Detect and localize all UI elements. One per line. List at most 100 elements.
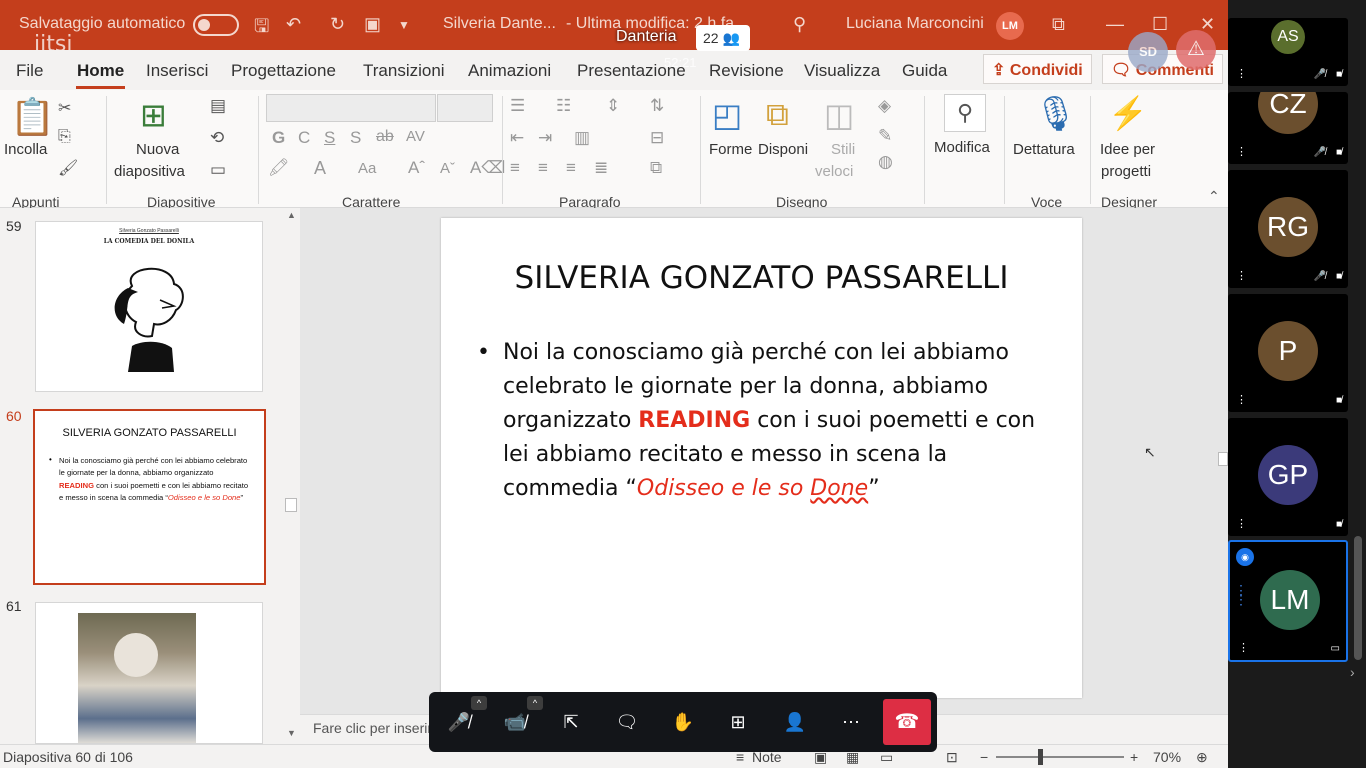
tab-help[interactable]: Guida: [902, 61, 947, 81]
raise-hand-icon[interactable]: ✋: [667, 706, 699, 738]
tile-menu-icon[interactable]: ⋮: [1236, 517, 1247, 530]
participant-count-badge[interactable]: 22 👥: [696, 25, 750, 51]
more-options-icon[interactable]: ⋯: [835, 706, 867, 738]
filmstrip-scrollbar[interactable]: [1354, 536, 1362, 660]
text-direction-icon[interactable]: ⇅: [650, 96, 664, 116]
tab-home[interactable]: Home: [77, 61, 124, 81]
decrease-indent-icon[interactable]: ⇤: [510, 128, 524, 148]
align-center-icon[interactable]: ≡: [538, 158, 548, 178]
slide-body[interactable]: • Noi la conosciamo già perché con lei a…: [477, 336, 1053, 506]
justify-icon[interactable]: ≣: [594, 158, 608, 178]
shrink-font-icon[interactable]: Aˇ: [440, 160, 455, 177]
design-ideas-label-2[interactable]: progetti: [1101, 162, 1151, 182]
editor-scrollbar-thumb[interactable]: [1218, 452, 1228, 466]
font-family-select[interactable]: [266, 94, 436, 122]
shape-effects-icon[interactable]: ◍: [878, 152, 893, 172]
tile-menu-icon[interactable]: ⋮: [1236, 269, 1247, 282]
new-slide-icon[interactable]: ⊞: [140, 96, 167, 134]
new-slide-label-1[interactable]: Nuova: [136, 140, 179, 160]
zoom-slider[interactable]: [996, 756, 1124, 758]
strikethrough-icon[interactable]: ab: [376, 128, 394, 146]
tab-file[interactable]: File: [16, 61, 43, 81]
fit-to-window-icon[interactable]: ⊕: [1196, 749, 1208, 766]
tile-menu-icon[interactable]: ⋮: [1236, 145, 1247, 158]
design-ideas-label-1[interactable]: Idee per: [1100, 140, 1155, 160]
change-case-icon[interactable]: Aa: [358, 160, 376, 177]
clear-format-icon[interactable]: A⌫: [470, 158, 505, 178]
tab-design[interactable]: Progettazione: [231, 61, 336, 81]
maximize-icon[interactable]: ☐: [1152, 14, 1168, 35]
line-spacing-icon[interactable]: ⇕: [606, 96, 620, 116]
video-settings-chevron[interactable]: ^: [527, 696, 543, 710]
search-icon[interactable]: ⚲: [793, 14, 806, 35]
arrange-icon[interactable]: ⧉: [766, 96, 789, 134]
minimize-icon[interactable]: —: [1106, 14, 1124, 35]
tile-menu-icon[interactable]: ⋮: [1236, 67, 1247, 80]
align-right-icon[interactable]: ≡: [566, 158, 576, 178]
audio-settings-chevron[interactable]: ^: [471, 696, 487, 710]
shape-outline-icon[interactable]: ✎: [878, 126, 892, 146]
save-icon[interactable]: 🖫: [254, 14, 269, 44]
quick-styles-label-2[interactable]: veloci: [815, 162, 853, 182]
participant-tile-rg[interactable]: RG ⋮ 🎤̸ ■̸: [1228, 170, 1348, 288]
screen-share-icon[interactable]: ⇱: [555, 706, 587, 738]
copy-icon[interactable]: ⎘: [58, 128, 71, 146]
thumbnail-slide-61[interactable]: [35, 602, 263, 744]
shape-fill-icon[interactable]: ◈: [878, 96, 891, 116]
customize-qat-icon[interactable]: ▼: [398, 18, 410, 32]
paste-icon[interactable]: 📋: [10, 96, 55, 138]
smartart-icon[interactable]: ⧉: [650, 158, 662, 178]
participant-tile-cz[interactable]: CZ ⋮ 🎤̸ ■̸: [1228, 92, 1348, 164]
numbering-icon[interactable]: ☷: [556, 96, 571, 116]
align-text-icon[interactable]: ⊟: [650, 128, 664, 148]
collapse-ribbon-icon[interactable]: ⌃: [1208, 188, 1220, 205]
cut-icon[interactable]: ✂: [58, 98, 71, 118]
zoom-level[interactable]: 70%: [1153, 749, 1181, 765]
sd-avatar[interactable]: SD: [1128, 32, 1168, 72]
slideshow-icon[interactable]: ⊡: [946, 749, 958, 766]
thumbnails-scrollbar[interactable]: ▲ ▼: [284, 208, 298, 744]
warning-icon[interactable]: ⚠: [1176, 30, 1216, 70]
thumbnail-slide-60[interactable]: SILVERIA GONZATO PASSARELLI Noi la conos…: [33, 409, 266, 585]
edit-label[interactable]: Modifica: [934, 138, 990, 158]
grow-font-icon[interactable]: Aˆ: [408, 158, 425, 178]
paste-label[interactable]: Incolla: [4, 140, 47, 160]
participant-tile-lm[interactable]: ◉ ⋮ ⋮ LM ⋮ ▭: [1228, 540, 1348, 662]
scroll-down-icon[interactable]: ▼: [287, 728, 296, 738]
new-slide-label-2[interactable]: diapositiva: [114, 162, 185, 182]
columns-icon[interactable]: ▥: [574, 128, 590, 148]
shapes-label[interactable]: Forme: [709, 140, 752, 160]
underline-icon[interactable]: S: [324, 128, 335, 148]
quick-styles-label-1[interactable]: Stili: [831, 140, 855, 160]
reset-icon[interactable]: ⟲: [210, 128, 224, 148]
share-button[interactable]: ⇪ Condividi: [983, 54, 1092, 84]
font-color-icon[interactable]: A: [314, 158, 326, 179]
undo-icon[interactable]: ↶: [286, 14, 301, 35]
italic-icon[interactable]: C: [298, 128, 310, 148]
shapes-icon[interactable]: ◰: [712, 96, 742, 134]
layout-icon[interactable]: ▤: [210, 96, 226, 116]
tab-insert[interactable]: Inserisci: [146, 61, 208, 81]
arrange-label[interactable]: Disponi: [758, 140, 808, 160]
redo-icon[interactable]: ↻: [330, 14, 345, 35]
participant-tile-as[interactable]: AS ⋮ 🎤̸ ■̸: [1228, 18, 1348, 86]
tab-transitions[interactable]: Transizioni: [363, 61, 445, 81]
thumbnail-slide-59[interactable]: Silveria Gonzato Passarelli LA COMEDIA D…: [35, 221, 263, 392]
tab-review[interactable]: Revisione: [709, 61, 784, 81]
user-avatar[interactable]: LM: [996, 12, 1024, 40]
chevron-right-icon[interactable]: ›: [1350, 664, 1355, 680]
camera-off-icon[interactable]: 📹̸: [499, 706, 531, 738]
participant-tile-gp[interactable]: GP ⋮ ■̸: [1228, 418, 1348, 536]
section-icon[interactable]: ▭: [210, 160, 226, 180]
current-slide[interactable]: SILVERIA GONZATO PASSARELLI • Noi la con…: [441, 218, 1082, 698]
quick-styles-icon[interactable]: ◫: [824, 96, 854, 134]
align-left-icon[interactable]: ≡: [510, 158, 520, 178]
format-painter-icon[interactable]: 🖌: [58, 158, 78, 178]
chat-icon[interactable]: 🗨: [611, 706, 643, 738]
tile-view-icon[interactable]: ⊞: [722, 706, 754, 738]
zoom-in-icon[interactable]: +: [1130, 749, 1138, 765]
participant-tile-p[interactable]: P ⋮ ■̸: [1228, 294, 1348, 412]
autosave-toggle[interactable]: [193, 14, 239, 36]
increase-indent-icon[interactable]: ⇥: [538, 128, 552, 148]
tile-menu-icon[interactable]: ⋮: [1238, 641, 1249, 654]
